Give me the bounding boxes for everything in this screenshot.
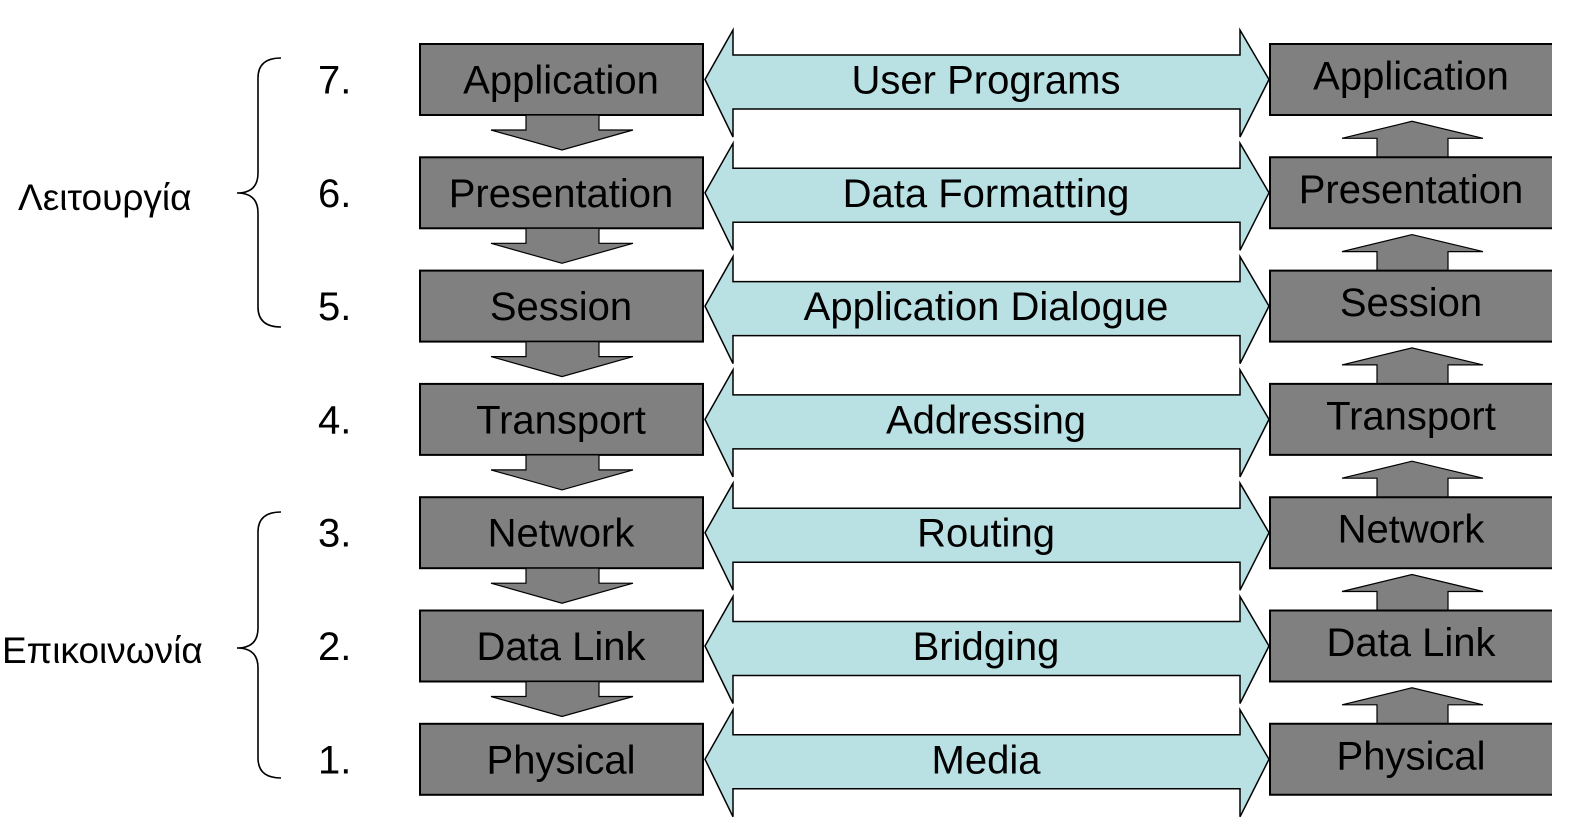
receiver-layer-label: Transport [1326, 394, 1496, 438]
sender-layer-label: Application [463, 59, 659, 103]
layer-number: 5. [318, 285, 351, 329]
layer-row: 5. Application Dialogue Session Session [318, 253, 1552, 385]
layer-row: 4. Addressing Transport Transport [318, 367, 1552, 498]
peer-protocol-label: User Programs [852, 59, 1121, 103]
layer-number: 6. [318, 172, 351, 216]
down-arrow-icon [490, 567, 634, 604]
layer-row: 7. User Programs Application Application [318, 27, 1552, 158]
layer-row: 2. Bridging Data Link Data Link [318, 593, 1552, 725]
layer-number: 2. [318, 625, 351, 669]
curly-brace-icon [236, 57, 282, 328]
peer-protocol-label: Addressing [886, 398, 1086, 442]
peer-protocol-label: Routing [917, 512, 1055, 556]
osi-model-diagram: Λειτουργία Επικοινωνία 7. User Programs App… [2, 27, 1552, 818]
peer-protocol-label: Data Formatting [843, 172, 1130, 216]
sender-layer-label: Physical [487, 738, 636, 782]
down-arrow-icon [490, 341, 634, 378]
up-arrow-icon [1341, 233, 1484, 272]
group-label: Λειτουργία [18, 177, 192, 218]
sender-layer-label: Session [490, 285, 632, 329]
layer-row: 1. Media Physical Physical [318, 706, 1552, 818]
group-label: Επικοινωνία [2, 630, 203, 671]
receiver-layer-label: Physical [1337, 734, 1486, 778]
sender-layer-label: Data Link [477, 625, 647, 669]
layer-number: 3. [318, 512, 351, 556]
receiver-layer-label: Network [1338, 508, 1486, 552]
receiver-layer-label: Application [1313, 55, 1509, 99]
sender-layer-label: Transport [476, 398, 646, 442]
up-arrow-icon [1341, 573, 1484, 612]
layer-group: Λειτουργία [18, 57, 282, 328]
curly-brace-icon [236, 511, 282, 779]
layer-number: 4. [318, 398, 351, 442]
layer-number: 7. [318, 59, 351, 103]
up-arrow-icon [1341, 120, 1484, 158]
receiver-layer-label: Session [1340, 281, 1482, 325]
layer-row: 6. Data Formatting Presentation Presentatio… [318, 140, 1552, 272]
layer-group: Επικοινωνία [2, 511, 282, 779]
layer-number: 1. [318, 738, 351, 782]
peer-protocol-label: Media [932, 738, 1042, 782]
receiver-layer-label: Data Link [1327, 621, 1497, 665]
up-arrow-icon [1341, 460, 1484, 498]
up-arrow-icon [1341, 347, 1484, 385]
peer-protocol-label: Bridging [913, 625, 1060, 669]
peer-protocol-label: Application Dialogue [804, 285, 1169, 329]
sender-layer-label: Network [488, 512, 636, 556]
down-arrow-icon [490, 454, 634, 491]
up-arrow-icon [1341, 687, 1484, 725]
sender-layer-label: Presentation [449, 172, 674, 216]
down-arrow-icon [490, 227, 634, 264]
down-arrow-icon [490, 114, 634, 151]
layer-row: 3. Routing Network Network [318, 480, 1552, 612]
down-arrow-icon [490, 680, 634, 718]
receiver-layer-label: Presentation [1299, 168, 1524, 212]
